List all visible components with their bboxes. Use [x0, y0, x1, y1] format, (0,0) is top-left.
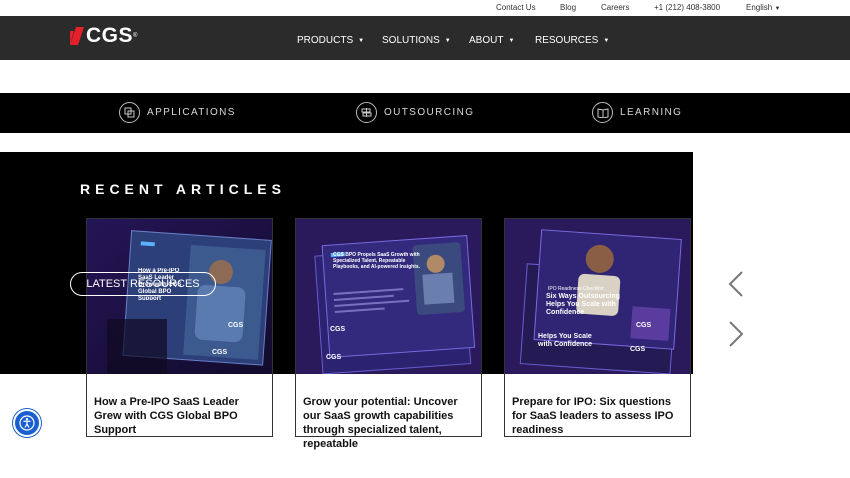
category-learning-label: LEARNING [620, 107, 683, 118]
thumb-brand-2a: CGS [330, 326, 346, 333]
carousel-prev-button[interactable] [727, 270, 745, 303]
recent-articles-title: RECENT ARTICLES [80, 181, 286, 197]
cgs-logo[interactable]: CGS ® [70, 25, 137, 47]
phone-link[interactable]: +1 (212) 408-3800 [654, 3, 720, 12]
category-applications-label: APPLICATIONS [147, 107, 236, 118]
logo-registered-mark: ® [133, 33, 138, 39]
applications-icon [119, 102, 140, 123]
chevron-down-icon: ▼ [358, 38, 365, 44]
article-card-2[interactable]: Grow your potential: Uncover our SaaS gr… [295, 218, 482, 450]
nav-about[interactable]: ABOUT ▼ [469, 35, 514, 46]
thumb-brand-2b: CGS [326, 354, 342, 361]
nav-solutions[interactable]: SOLUTIONS ▼ [382, 35, 451, 46]
main-navigation: CGS ® PRODUCTS ▼ SOLUTIONS ▼ ABOUT ▼ RESOURC… [0, 16, 850, 60]
nav-solutions-label: SOLUTIONS [382, 35, 440, 46]
chevron-down-icon: ▼ [603, 38, 610, 44]
article-thumbnail-2 [296, 219, 481, 374]
article-card-3[interactable]: Prepare for IPO: Six questions for SaaS … [504, 218, 691, 437]
blog-link[interactable]: Blog [560, 3, 576, 12]
category-outsourcing-label: OUTSOURCING [384, 107, 475, 118]
latest-resources-button[interactable]: LATEST RESOURCES [70, 272, 216, 296]
accessibility-icon [19, 415, 35, 431]
thumb-brand-3b: CGS [630, 346, 646, 353]
chevron-right-icon [729, 321, 744, 347]
category-bar: APPLICATIONS OUTSOURCING LEARNING [0, 93, 850, 133]
nav-products[interactable]: PRODUCTS ▼ [297, 35, 364, 46]
nav-resources[interactable]: RESOURCES ▼ [535, 35, 609, 46]
carousel-next-button[interactable] [727, 320, 745, 353]
chevron-left-icon [728, 271, 743, 297]
article-caption-2: Grow your potential: Uncover our SaaS gr… [303, 396, 458, 450]
thumb-headline-3: Six Ways Outsourcing Helps You Scale wit… [546, 293, 621, 316]
chevron-down-icon: ▼ [444, 38, 451, 44]
category-outsourcing[interactable]: OUTSOURCING [356, 102, 474, 123]
thumb-headline-2: CGS BPO Propels SaaS Growth with Special… [333, 252, 421, 270]
utility-bar: Contact Us Blog Careers +1 (212) 408-380… [0, 0, 850, 16]
thumb-brand-1b: CGS [212, 349, 228, 356]
thumb-brand-1: CGS [228, 322, 244, 329]
nav-products-label: PRODUCTS [297, 35, 354, 46]
category-learning[interactable]: LEARNING [592, 102, 682, 123]
outsourcing-icon [356, 102, 377, 123]
logo-text: CGS [86, 24, 134, 47]
learning-icon [592, 102, 613, 123]
article-card-1[interactable]: How a Pre-IPO SaaS Leader Grew with CGS … [86, 218, 273, 437]
contact-us-link[interactable]: Contact Us [496, 3, 536, 12]
article-caption-3: Prepare for IPO: Six questions for SaaS … [512, 396, 674, 436]
nav-resources-label: RESOURCES [535, 35, 599, 46]
logo-mark-icon [70, 27, 84, 45]
thumb-brand-3a: CGS [636, 322, 652, 329]
nav-about-label: ABOUT [469, 35, 504, 46]
chevron-down-icon: ▼ [508, 38, 515, 44]
article-caption-1: How a Pre-IPO SaaS Leader Grew with CGS … [94, 396, 239, 436]
thumb-kicker-3: IPO Readiness Checklist: [548, 286, 605, 292]
category-applications[interactable]: APPLICATIONS [119, 102, 236, 123]
language-selector[interactable]: English ▼ [746, 3, 780, 12]
language-label: English [746, 3, 773, 12]
thumb-back-3: Helps You Scale with Confidence [538, 333, 593, 348]
careers-link[interactable]: Careers [601, 3, 629, 12]
chevron-down-icon: ▼ [774, 6, 781, 12]
accessibility-button[interactable] [13, 409, 41, 437]
